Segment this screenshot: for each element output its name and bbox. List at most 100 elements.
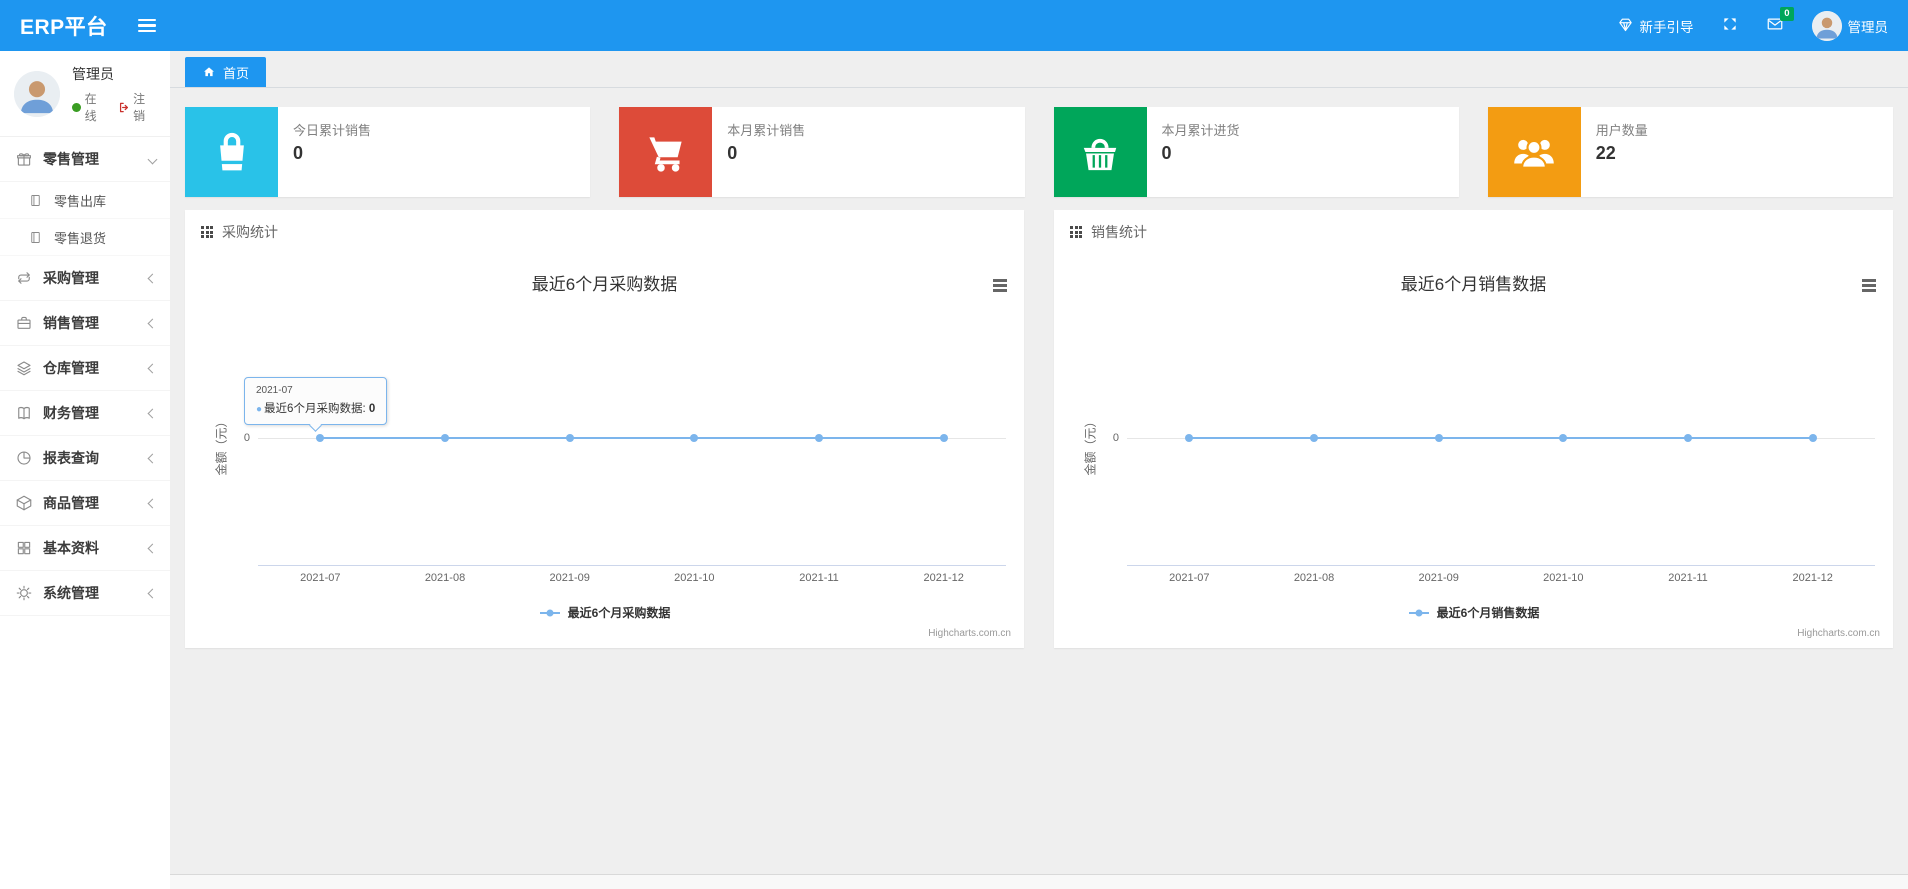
sidebar-menu: 零售管理 零售出库 零售退货 采购管理 销售管理 仓库管理 财务管理 报表查询 … bbox=[0, 137, 170, 616]
y-axis-tick: 0 bbox=[243, 432, 250, 444]
series-line bbox=[1189, 437, 1813, 439]
users-icon bbox=[1487, 107, 1581, 197]
credits-link[interactable]: Highcharts.com.cn bbox=[928, 628, 1011, 639]
x-tick: 2021-08 bbox=[1293, 572, 1335, 584]
panel-header: 销售统计 bbox=[1054, 210, 1893, 254]
x-tick: 2021-11 bbox=[799, 572, 839, 584]
logout-link[interactable]: 注销 bbox=[118, 90, 156, 124]
online-status-icon bbox=[72, 102, 81, 112]
legend-marker-icon bbox=[1408, 609, 1429, 616]
x-axis-labels: 2021-07 2021-08 2021-09 2021-10 2021-11 … bbox=[258, 572, 1006, 584]
online-status-label: 在线 bbox=[84, 92, 97, 123]
sidebar-item-basic-data[interactable]: 基本资料 bbox=[0, 526, 170, 571]
panel-title: 采购统计 bbox=[222, 224, 278, 240]
fullscreen-icon bbox=[1722, 16, 1738, 35]
user-menu[interactable]: 管理员 bbox=[1811, 10, 1888, 41]
data-point[interactable] bbox=[1434, 434, 1443, 442]
message-count-badge: 0 bbox=[1780, 7, 1794, 21]
chevron-left-icon bbox=[147, 498, 158, 508]
card-title: 用户数量 bbox=[1595, 123, 1648, 138]
card-value: 0 bbox=[1161, 143, 1172, 163]
chevron-left-icon bbox=[147, 273, 158, 283]
x-tick: 2021-11 bbox=[1668, 572, 1708, 584]
data-point[interactable] bbox=[1808, 434, 1817, 442]
fullscreen-button[interactable] bbox=[1722, 16, 1738, 35]
sidebar-item-goods-mgmt[interactable]: 商品管理 bbox=[0, 481, 170, 526]
card-value: 0 bbox=[727, 143, 738, 163]
chart-export-menu-button[interactable] bbox=[990, 276, 1010, 295]
navbar-right: 新手引导 0 管理员 bbox=[1617, 7, 1888, 41]
x-tick: 2021-12 bbox=[1792, 572, 1833, 584]
gem-icon bbox=[1617, 16, 1634, 36]
bag-icon bbox=[185, 107, 278, 197]
data-point[interactable] bbox=[316, 434, 325, 442]
data-point[interactable] bbox=[441, 434, 449, 442]
chevron-left-icon bbox=[147, 363, 158, 373]
panel-header: 采购统计 bbox=[185, 210, 1024, 254]
sales-stats-panel: 销售统计 最近6个月销售数据 金额（元） 0 2021-07 2021-08 2… bbox=[1054, 210, 1893, 648]
messages-button[interactable]: 0 bbox=[1766, 7, 1794, 36]
basket-icon bbox=[1053, 107, 1147, 197]
card-title: 今日累计销售 bbox=[293, 123, 372, 138]
legend-item[interactable]: 最近6个月采购数据 bbox=[185, 604, 1024, 621]
y-axis-label: 金额（元） bbox=[214, 415, 229, 476]
plot-area: 0 2021-07 2021-08 2021-09 2021-10 2021-1… bbox=[1113, 310, 1875, 584]
data-point[interactable] bbox=[690, 434, 699, 442]
hamburger-icon[interactable] bbox=[137, 18, 156, 33]
pie-chart-icon bbox=[14, 449, 33, 468]
guide-label: 新手引导 bbox=[1639, 19, 1694, 35]
sidebar-item-finance-mgmt[interactable]: 财务管理 bbox=[0, 391, 170, 436]
sidebar-item-sales-mgmt[interactable]: 销售管理 bbox=[0, 301, 170, 346]
purchase-stats-panel: 采购统计 最近6个月采购数据 金额（元） 0 2021-07 ● 最近6个月采购… bbox=[185, 210, 1024, 648]
legend-item[interactable]: 最近6个月销售数据 bbox=[1054, 604, 1893, 621]
y-axis-label: 金额（元） bbox=[1083, 415, 1098, 476]
data-point[interactable] bbox=[1559, 434, 1568, 442]
sidebar-item-retail-mgmt[interactable]: 零售管理 bbox=[0, 137, 170, 182]
data-point[interactable] bbox=[1310, 434, 1318, 442]
chart-tooltip: 2021-07 ● 最近6个月采购数据: 0 bbox=[244, 377, 388, 432]
data-point[interactable] bbox=[939, 434, 948, 442]
x-tick: 2021-07 bbox=[300, 572, 341, 584]
x-tick: 2021-09 bbox=[549, 572, 590, 584]
sidebar-item-report-query[interactable]: 报表查询 bbox=[0, 436, 170, 481]
stat-card-user-count: 用户数量 22 bbox=[1487, 107, 1893, 197]
x-tick: 2021-12 bbox=[923, 572, 964, 584]
data-point[interactable] bbox=[1185, 434, 1194, 442]
data-point[interactable] bbox=[1684, 434, 1692, 442]
layers-icon bbox=[14, 359, 33, 378]
stat-cards-row: 今日累计销售 0 本月累计销售 0 本月累计进货 0 用户数量 22 bbox=[170, 88, 1908, 197]
loop-icon bbox=[14, 269, 33, 288]
content-area: 首页 今日累计销售 0 本月累计销售 0 本月累计进货 0 用户数量 22 采购… bbox=[170, 51, 1908, 889]
data-point[interactable] bbox=[565, 434, 574, 442]
x-tick: 2021-10 bbox=[674, 572, 715, 584]
tab-home[interactable]: 首页 bbox=[185, 57, 267, 87]
card-value: 22 bbox=[1595, 143, 1616, 163]
app-logo[interactable]: ERP平台 bbox=[20, 11, 108, 41]
sidebar-item-system-mgmt[interactable]: 系统管理 bbox=[0, 571, 170, 616]
chevron-left-icon bbox=[147, 318, 158, 328]
gear-icon bbox=[14, 584, 33, 603]
breadcrumb: 首页 bbox=[170, 51, 1908, 88]
top-navbar: ERP平台 新手引导 0 管理员 bbox=[0, 0, 1908, 51]
sidebar-item-retail-return[interactable]: 零售退货 bbox=[0, 219, 170, 256]
data-point[interactable] bbox=[815, 434, 823, 442]
chart-export-menu-button[interactable] bbox=[1859, 276, 1879, 295]
chevron-left-icon bbox=[147, 408, 158, 418]
x-tick: 2021-09 bbox=[1418, 572, 1459, 584]
chart-title: 最近6个月销售数据 bbox=[1400, 275, 1547, 294]
card-title: 本月累计销售 bbox=[727, 123, 806, 138]
sidebar-item-purchase-mgmt[interactable]: 采购管理 bbox=[0, 256, 170, 301]
credits-link[interactable]: Highcharts.com.cn bbox=[1797, 628, 1880, 639]
chevron-left-icon bbox=[147, 588, 158, 598]
briefcase-icon bbox=[14, 314, 33, 333]
sidebar-item-warehouse-mgmt[interactable]: 仓库管理 bbox=[0, 346, 170, 391]
tooltip-arrow bbox=[309, 418, 322, 432]
grid-icon bbox=[201, 226, 213, 238]
chevron-down-icon bbox=[147, 154, 158, 164]
x-tick: 2021-08 bbox=[424, 572, 466, 584]
series-marker-icon: ● bbox=[256, 404, 263, 415]
grid-icon bbox=[14, 539, 33, 558]
sidebar-username: 管理员 bbox=[72, 66, 114, 82]
sidebar-item-retail-outbound[interactable]: 零售出库 bbox=[0, 182, 170, 219]
guide-button[interactable]: 新手引导 bbox=[1617, 16, 1694, 36]
